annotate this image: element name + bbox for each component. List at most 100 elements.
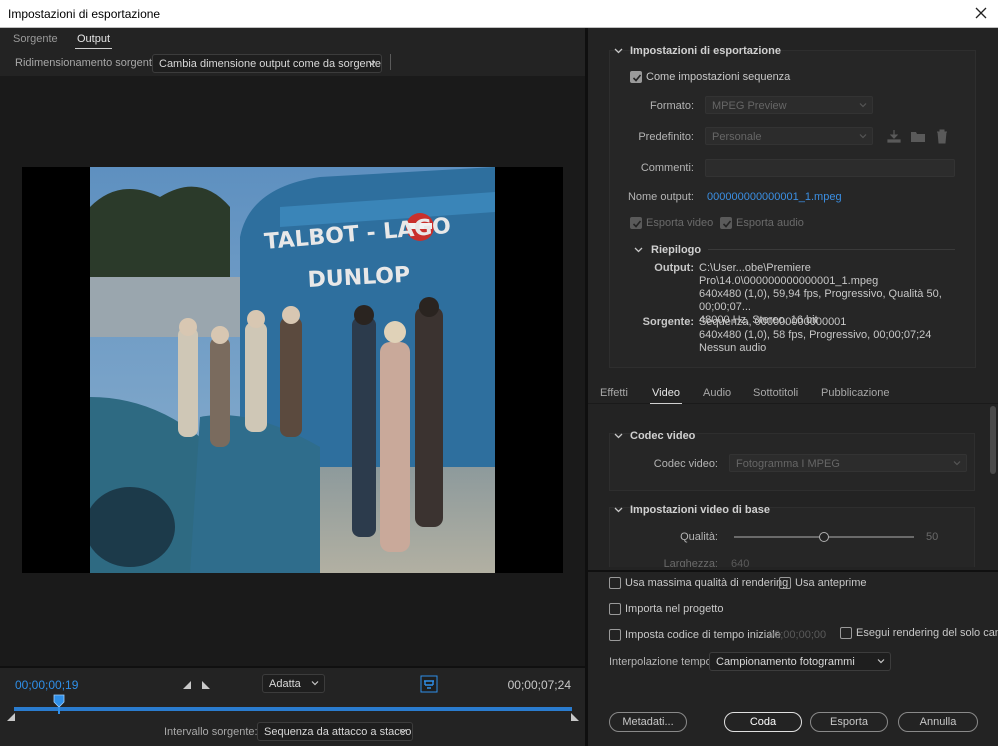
use-previews-label: Usa anteprime — [795, 577, 867, 589]
source-scaling-label: Ridimensionamento sorgente: — [15, 57, 162, 69]
cancel-button[interactable]: Annulla — [898, 712, 978, 732]
time-interpolation-dropdown[interactable]: Campionamento fotogrammi — [709, 652, 891, 671]
tab-effects[interactable]: Effetti — [600, 387, 628, 399]
basic-video-title: Impostazioni video di base — [630, 504, 770, 516]
export-video-label: Esporta video — [646, 217, 714, 229]
timeline-controls: 00;00;00;19 Adatta 00;00;07;24 Intervall… — [0, 666, 585, 746]
tab-audio[interactable]: Audio — [703, 387, 731, 399]
summary-divider — [708, 249, 955, 250]
export-button[interactable]: Esporta — [810, 712, 888, 732]
start-timecode-checkbox[interactable] — [609, 629, 621, 641]
import-preset-icon[interactable] — [910, 128, 926, 144]
summary-output-line: C:\User...obe\Premiere Pro\14.0\00000000… — [699, 262, 879, 287]
import-project-label: Importa nel progetto — [625, 603, 724, 615]
tab-captions[interactable]: Sottotitoli — [753, 387, 798, 399]
max-quality-checkbox[interactable] — [609, 577, 621, 589]
comments-input[interactable] — [705, 159, 955, 177]
codec-value: Fotogramma I MPEG — [736, 458, 840, 470]
current-timecode[interactable]: 00;00;00;19 — [15, 678, 78, 692]
output-name-label: Nome output: — [627, 191, 694, 203]
timeline-scrubber[interactable] — [14, 707, 572, 711]
chevron-down-icon — [953, 461, 961, 466]
time-interpolation-value: Campionamento fotogrammi — [716, 656, 855, 668]
match-sequence-checkbox[interactable] — [630, 71, 642, 83]
source-range-dropdown[interactable]: Sequenza da attacco a stacco — [257, 722, 413, 741]
title-bar: Impostazioni di esportazione — [0, 0, 998, 28]
queue-button[interactable]: Coda — [724, 712, 802, 732]
preview-tabs: Sorgente Output — [0, 28, 585, 50]
tab-output[interactable]: Output — [74, 33, 113, 49]
export-audio-label: Esporta audio — [736, 217, 804, 229]
source-scaling-dropdown[interactable]: Cambia dimensione output come da sorgent… — [152, 54, 382, 73]
chevron-down-icon[interactable] — [634, 245, 643, 254]
max-quality-label: Usa massima qualità di rendering — [625, 577, 789, 589]
preset-label: Predefinito: — [638, 131, 694, 143]
chevron-down-icon — [399, 729, 407, 734]
comments-label: Commenti: — [640, 162, 694, 174]
save-preset-icon[interactable] — [886, 128, 902, 144]
summary-source-line: 640x480 (1,0), 58 fps, Progressivo, 00;0… — [699, 329, 932, 341]
chevron-down-icon[interactable] — [614, 505, 623, 514]
codec-label: Codec video: — [653, 458, 718, 470]
summary-source-line: Sequenza, 000000000000001 — [699, 316, 847, 328]
set-in-point-icon[interactable] — [180, 677, 196, 693]
export-video-checkbox[interactable] — [630, 217, 642, 229]
summary-output-line: 640x480 (1,0), 59,94 fps, Progressivo, Q… — [699, 288, 942, 313]
chevron-down-icon — [859, 103, 867, 108]
source-range-label: Intervallo sorgente: — [164, 726, 258, 738]
quality-value: 50 — [926, 531, 939, 543]
export-settings-title: Impostazioni di esportazione — [630, 45, 781, 57]
summary-output-label: Output: — [654, 262, 694, 274]
export-audio-checkbox[interactable] — [720, 217, 732, 229]
trash-icon[interactable] — [934, 128, 950, 144]
close-icon[interactable] — [972, 4, 990, 22]
format-label: Formato: — [649, 100, 694, 112]
out-marker-icon[interactable] — [570, 712, 580, 722]
start-timecode-value[interactable]: 00;00;00;00 — [768, 629, 826, 641]
duration-timecode: 00;00;07;24 — [507, 678, 571, 692]
codec-dropdown[interactable]: Fotogramma I MPEG — [729, 454, 967, 472]
preset-dropdown[interactable]: Personale — [705, 127, 873, 145]
quality-slider[interactable] — [734, 532, 914, 542]
metadata-button[interactable]: Metadati... — [609, 712, 687, 732]
output-name-link[interactable]: 000000000000001_1.mpeg — [707, 191, 842, 203]
time-interpolation-label: Interpolazione tempo: — [609, 656, 715, 668]
tab-source[interactable]: Sorgente — [13, 33, 58, 45]
set-out-point-icon[interactable] — [199, 677, 215, 693]
summary-source-label: Sorgente: — [642, 316, 694, 328]
use-previews-checkbox[interactable] — [779, 577, 791, 589]
codec-section-title: Codec video — [630, 430, 696, 442]
start-timecode-label: Imposta codice di tempo iniziale — [625, 629, 781, 641]
tab-publish[interactable]: Pubblicazione — [821, 387, 890, 399]
preset-value: Personale — [712, 131, 762, 143]
fit-dropdown[interactable]: Adatta — [262, 674, 325, 693]
window-title: Impostazioni di esportazione — [8, 7, 161, 21]
video-frame: TALBOT - LAGO DUNLOP — [22, 167, 563, 573]
chevron-down-icon[interactable] — [614, 431, 623, 440]
summary-title: Riepilogo — [651, 244, 702, 256]
aspect-correction-icon[interactable] — [420, 675, 438, 693]
width-value: 640 — [731, 558, 750, 567]
export-settings-section: Impostazioni di esportazione Come impost… — [588, 28, 998, 380]
quality-slider-thumb[interactable] — [819, 532, 829, 542]
format-dropdown[interactable]: MPEG Preview — [705, 96, 873, 114]
video-frame-image: TALBOT - LAGO DUNLOP — [90, 167, 495, 573]
summary-source-line: Nessun audio — [699, 342, 767, 354]
settings-panel: Impostazioni di esportazione Come impost… — [588, 28, 998, 746]
chevron-down-icon[interactable] — [614, 46, 623, 55]
toolbar-divider — [390, 54, 391, 70]
source-range-value: Sequenza da attacco a stacco — [264, 726, 412, 738]
in-marker-icon[interactable] — [6, 712, 16, 722]
video-preview-area: TALBOT - LAGO DUNLOP — [0, 76, 585, 666]
tab-video[interactable]: Video — [650, 387, 682, 404]
chevron-down-icon — [368, 61, 376, 66]
width-label: Larghezza: — [663, 558, 718, 567]
settings-scrollbar[interactable] — [990, 406, 996, 474]
import-project-checkbox[interactable] — [609, 603, 621, 615]
render-alpha-label: Esegui rendering del solo canale a — [856, 627, 998, 639]
quality-label: Qualità: — [680, 531, 718, 543]
chevron-down-icon — [859, 134, 867, 139]
export-options: Usa massima qualità di rendering Usa ant… — [588, 570, 998, 746]
render-alpha-checkbox[interactable] — [840, 627, 852, 639]
playhead-icon[interactable] — [53, 694, 65, 714]
